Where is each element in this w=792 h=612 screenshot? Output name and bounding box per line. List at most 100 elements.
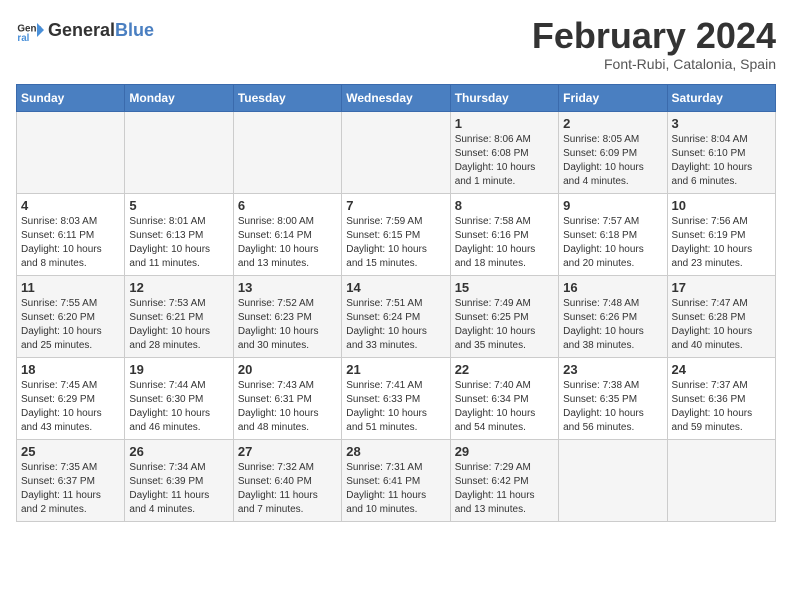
title-area: February 2024 Font-Rubi, Catalonia, Spai… (532, 16, 776, 72)
day-detail: Sunrise: 7:57 AM Sunset: 6:18 PM Dayligh… (563, 216, 644, 269)
day-number: 19 (129, 362, 228, 377)
day-detail: Sunrise: 7:43 AM Sunset: 6:31 PM Dayligh… (238, 380, 319, 433)
week-row-2: 11 Sunrise: 7:55 AM Sunset: 6:20 PM Dayli… (17, 275, 776, 357)
day-detail: Sunrise: 7:53 AM Sunset: 6:21 PM Dayligh… (129, 298, 210, 351)
day-number: 11 (21, 280, 120, 295)
day-cell: 22 Sunrise: 7:40 AM Sunset: 6:34 PM Dayli… (450, 357, 558, 439)
day-cell: 7Sunrise: 7:59 AM Sunset: 6:15 PM Daylig… (342, 193, 450, 275)
day-detail: Sunrise: 7:56 AM Sunset: 6:19 PM Dayligh… (672, 216, 753, 269)
day-cell: 13 Sunrise: 7:52 AM Sunset: 6:23 PM Dayli… (233, 275, 341, 357)
day-number: 5 (129, 198, 228, 213)
day-number: 9 (563, 198, 662, 213)
header-cell-sunday: Sunday (17, 84, 125, 111)
logo-blue-text: Blue (115, 20, 154, 41)
day-detail: Sunrise: 8:03 AM Sunset: 6:11 PM Dayligh… (21, 216, 102, 269)
day-detail: Sunrise: 7:45 AM Sunset: 6:29 PM Dayligh… (21, 380, 102, 433)
day-detail: Sunrise: 8:01 AM Sunset: 6:13 PM Dayligh… (129, 216, 210, 269)
day-number: 28 (346, 444, 445, 459)
day-cell: 8 Sunrise: 7:58 AM Sunset: 6:16 PM Daylig… (450, 193, 558, 275)
day-detail: Sunrise: 7:31 AM Sunset: 6:41 PM Dayligh… (346, 462, 426, 515)
day-number: 23 (563, 362, 662, 377)
day-cell: 18 Sunrise: 7:45 AM Sunset: 6:29 PM Dayli… (17, 357, 125, 439)
day-number: 18 (21, 362, 120, 377)
day-cell: 16 Sunrise: 7:48 AM Sunset: 6:26 PM Dayli… (559, 275, 667, 357)
day-detail: Sunrise: 7:40 AM Sunset: 6:34 PM Dayligh… (455, 380, 536, 433)
week-row-1: 4Sunrise: 8:03 AM Sunset: 6:11 PM Daylig… (17, 193, 776, 275)
day-cell (125, 111, 233, 193)
day-cell: 5 Sunrise: 8:01 AM Sunset: 6:13 PM Daylig… (125, 193, 233, 275)
subtitle: Font-Rubi, Catalonia, Spain (532, 56, 776, 72)
day-cell: 11 Sunrise: 7:55 AM Sunset: 6:20 PM Dayli… (17, 275, 125, 357)
day-cell (667, 439, 775, 521)
day-cell: 10Sunrise: 7:56 AM Sunset: 6:19 PM Dayli… (667, 193, 775, 275)
main-title: February 2024 (532, 16, 776, 56)
day-number: 6 (238, 198, 337, 213)
header-cell-wednesday: Wednesday (342, 84, 450, 111)
day-detail: Sunrise: 8:06 AM Sunset: 6:08 PM Dayligh… (455, 134, 536, 187)
day-detail: Sunrise: 7:44 AM Sunset: 6:30 PM Dayligh… (129, 380, 210, 433)
day-cell: 23 Sunrise: 7:38 AM Sunset: 6:35 PM Dayli… (559, 357, 667, 439)
day-detail: Sunrise: 7:38 AM Sunset: 6:35 PM Dayligh… (563, 380, 644, 433)
day-detail: Sunrise: 8:04 AM Sunset: 6:10 PM Dayligh… (672, 134, 753, 187)
day-cell: 28 Sunrise: 7:31 AM Sunset: 6:41 PM Dayli… (342, 439, 450, 521)
day-number: 24 (672, 362, 771, 377)
week-row-3: 18 Sunrise: 7:45 AM Sunset: 6:29 PM Dayli… (17, 357, 776, 439)
header-cell-saturday: Saturday (667, 84, 775, 111)
day-detail: Sunrise: 7:49 AM Sunset: 6:25 PM Dayligh… (455, 298, 536, 351)
day-cell: 27 Sunrise: 7:32 AM Sunset: 6:40 PM Dayli… (233, 439, 341, 521)
day-cell: 29Sunrise: 7:29 AM Sunset: 6:42 PM Dayli… (450, 439, 558, 521)
header: Gene ral GeneralBlue February 2024 Font-… (16, 16, 776, 72)
day-cell: 26 Sunrise: 7:34 AM Sunset: 6:39 PM Dayli… (125, 439, 233, 521)
day-number: 22 (455, 362, 554, 377)
day-number: 15 (455, 280, 554, 295)
logo: Gene ral GeneralBlue (16, 16, 154, 44)
day-number: 25 (21, 444, 120, 459)
day-number: 2 (563, 116, 662, 131)
day-number: 21 (346, 362, 445, 377)
day-number: 26 (129, 444, 228, 459)
day-detail: Sunrise: 7:52 AM Sunset: 6:23 PM Dayligh… (238, 298, 319, 351)
week-row-4: 25Sunrise: 7:35 AM Sunset: 6:37 PM Dayli… (17, 439, 776, 521)
day-detail: Sunrise: 7:34 AM Sunset: 6:39 PM Dayligh… (129, 462, 209, 515)
day-detail: Sunrise: 7:59 AM Sunset: 6:15 PM Dayligh… (346, 216, 427, 269)
day-cell: 3 Sunrise: 8:04 AM Sunset: 6:10 PM Daylig… (667, 111, 775, 193)
header-row: SundayMondayTuesdayWednesdayThursdayFrid… (17, 84, 776, 111)
day-cell: 24Sunrise: 7:37 AM Sunset: 6:36 PM Dayli… (667, 357, 775, 439)
day-number: 13 (238, 280, 337, 295)
svg-text:ral: ral (17, 33, 29, 44)
day-number: 1 (455, 116, 554, 131)
day-cell: 15 Sunrise: 7:49 AM Sunset: 6:25 PM Dayli… (450, 275, 558, 357)
day-cell: 17 Sunrise: 7:47 AM Sunset: 6:28 PM Dayli… (667, 275, 775, 357)
day-cell (17, 111, 125, 193)
header-cell-friday: Friday (559, 84, 667, 111)
day-cell (233, 111, 341, 193)
day-cell: 1 Sunrise: 8:06 AM Sunset: 6:08 PM Daylig… (450, 111, 558, 193)
day-cell: 2 Sunrise: 8:05 AM Sunset: 6:09 PM Daylig… (559, 111, 667, 193)
day-detail: Sunrise: 8:05 AM Sunset: 6:09 PM Dayligh… (563, 134, 644, 187)
calendar-header: SundayMondayTuesdayWednesdayThursdayFrid… (17, 84, 776, 111)
day-number: 12 (129, 280, 228, 295)
day-cell: 9 Sunrise: 7:57 AM Sunset: 6:18 PM Daylig… (559, 193, 667, 275)
day-detail: Sunrise: 7:58 AM Sunset: 6:16 PM Dayligh… (455, 216, 536, 269)
day-number: 14 (346, 280, 445, 295)
day-detail: Sunrise: 7:48 AM Sunset: 6:26 PM Dayligh… (563, 298, 644, 351)
day-cell (342, 111, 450, 193)
header-cell-thursday: Thursday (450, 84, 558, 111)
day-detail: Sunrise: 7:51 AM Sunset: 6:24 PM Dayligh… (346, 298, 427, 351)
day-detail: Sunrise: 7:47 AM Sunset: 6:28 PM Dayligh… (672, 298, 753, 351)
day-number: 27 (238, 444, 337, 459)
logo-icon: Gene ral (16, 16, 44, 44)
day-detail: Sunrise: 7:55 AM Sunset: 6:20 PM Dayligh… (21, 298, 102, 351)
day-cell: 25Sunrise: 7:35 AM Sunset: 6:37 PM Dayli… (17, 439, 125, 521)
day-number: 8 (455, 198, 554, 213)
day-number: 3 (672, 116, 771, 131)
day-cell (559, 439, 667, 521)
header-cell-monday: Monday (125, 84, 233, 111)
day-cell: 4Sunrise: 8:03 AM Sunset: 6:11 PM Daylig… (17, 193, 125, 275)
day-number: 16 (563, 280, 662, 295)
day-detail: Sunrise: 7:29 AM Sunset: 6:42 PM Dayligh… (455, 462, 535, 515)
day-cell: 12 Sunrise: 7:53 AM Sunset: 6:21 PM Dayli… (125, 275, 233, 357)
day-number: 17 (672, 280, 771, 295)
logo-general-text: General (48, 20, 115, 41)
day-detail: Sunrise: 7:32 AM Sunset: 6:40 PM Dayligh… (238, 462, 318, 515)
